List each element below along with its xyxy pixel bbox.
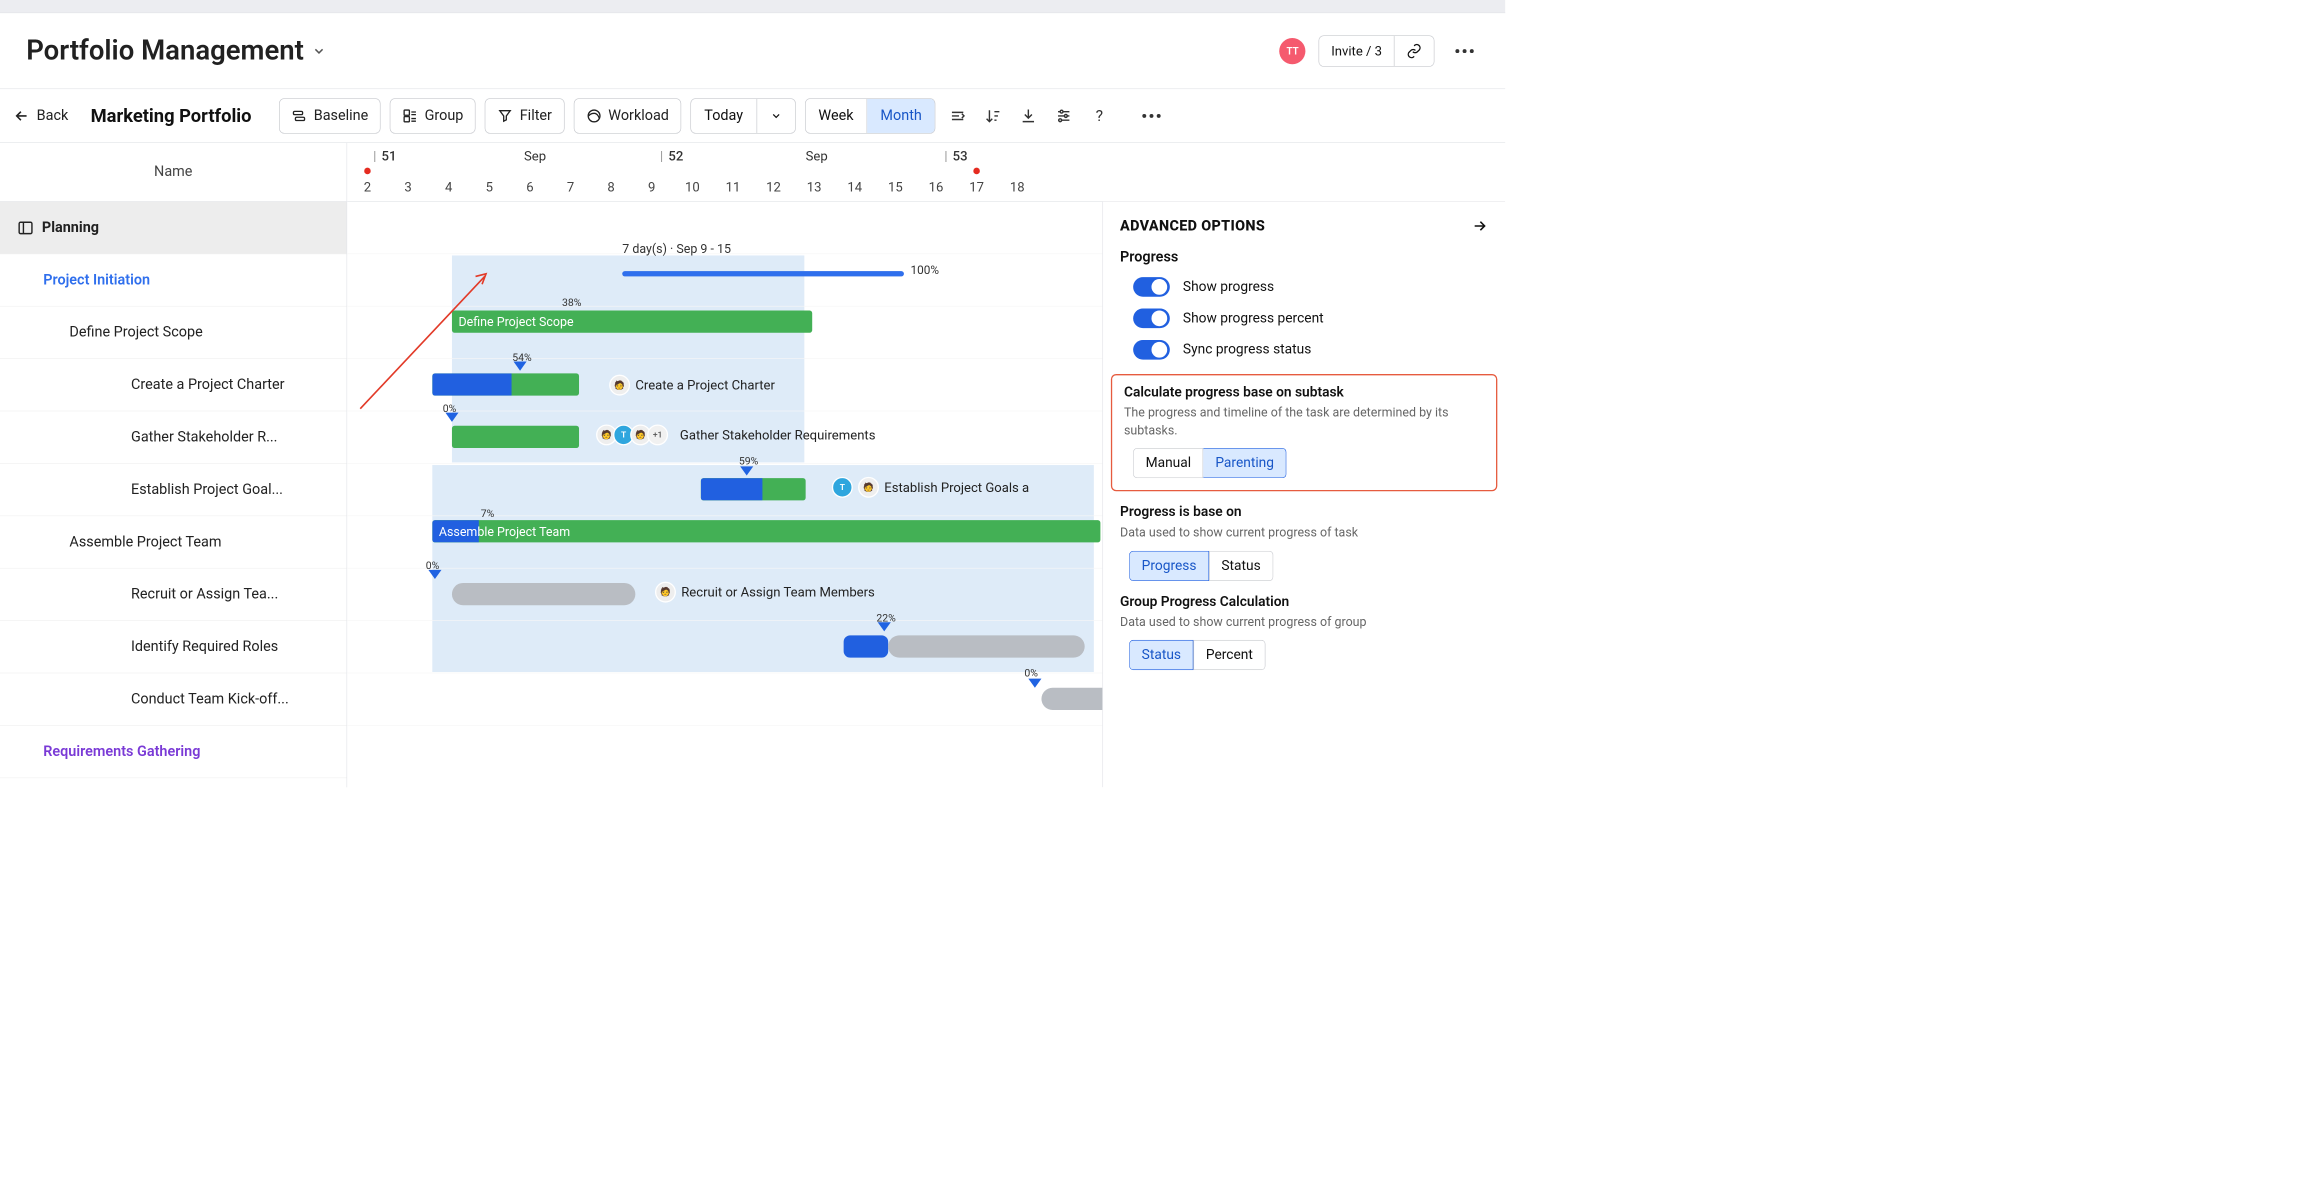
baseline-button[interactable]: Baseline xyxy=(279,98,381,133)
day-cell: 3 xyxy=(388,172,429,202)
group-button[interactable]: Group xyxy=(390,98,476,133)
day-cell: 10 xyxy=(672,172,713,202)
calc-progress-highlight: Calculate progress base on subtask The p… xyxy=(1111,374,1497,491)
day-cell: 12 xyxy=(753,172,794,202)
day-cell: 2 xyxy=(347,172,388,202)
download-icon[interactable] xyxy=(1016,103,1042,129)
calc-title: Calculate progress base on subtask xyxy=(1124,384,1484,400)
taskbar-goals[interactable] xyxy=(701,478,806,500)
summary-progress xyxy=(622,271,904,276)
day-cell: 5 xyxy=(469,172,510,202)
column-header-name: Name xyxy=(0,143,346,202)
calc-desc: The progress and timeline of the task ar… xyxy=(1124,404,1484,439)
week-button[interactable]: Week xyxy=(805,99,866,133)
day-cell: 16 xyxy=(916,172,957,202)
tree-item[interactable]: Create a Project Charter xyxy=(0,359,346,411)
timeline-settings-icon[interactable] xyxy=(945,103,971,129)
settings-icon[interactable] xyxy=(1051,103,1077,129)
today-dropdown[interactable] xyxy=(757,99,795,133)
back-label: Back xyxy=(37,107,69,123)
task-label-charter: 🧑Create a Project Charter xyxy=(609,375,775,396)
toggle-show-progress[interactable]: Show progress xyxy=(1120,274,1488,305)
month-button[interactable]: Month xyxy=(867,99,935,133)
taskbar-roles[interactable] xyxy=(844,635,889,657)
day-cell: 7 xyxy=(550,172,591,202)
day-cell: 18 xyxy=(997,172,1038,202)
task-label-stakeholder: 🧑T🧑+1 Gather Stakeholder Requirements xyxy=(596,424,875,445)
base-progress-button[interactable]: Progress xyxy=(1129,551,1209,581)
chevron-down-icon[interactable] xyxy=(312,44,326,58)
tree-item[interactable]: Gather Stakeholder R... xyxy=(0,411,346,463)
task-label-goals: T🧑Establish Project Goals a xyxy=(832,477,1029,498)
panel-icon xyxy=(17,219,34,236)
workload-button[interactable]: Workload xyxy=(574,98,682,133)
more-icon[interactable] xyxy=(1450,44,1479,58)
tree-item[interactable]: Define Project Scope xyxy=(0,307,346,359)
day-cell: 15 xyxy=(875,172,916,202)
taskbar-assemble[interactable]: Assemble Project Team xyxy=(432,520,1100,542)
filter-button[interactable]: Filter xyxy=(485,98,564,133)
group-status-button[interactable]: Status xyxy=(1129,640,1193,670)
annotation-arrow xyxy=(354,265,524,416)
base-title: Progress is base on xyxy=(1120,504,1488,520)
group-planning[interactable]: Planning xyxy=(0,202,346,254)
link-icon[interactable] xyxy=(1394,36,1433,66)
workspace-title[interactable]: Portfolio Management xyxy=(26,35,304,67)
toggle-sync-status[interactable]: Sync progress status xyxy=(1120,337,1488,368)
taskbar-recruit[interactable] xyxy=(452,583,635,605)
day-cell: 14 xyxy=(834,172,875,202)
invite-button-group: Invite / 3 xyxy=(1319,35,1435,66)
day-cell: 4 xyxy=(428,172,469,202)
base-status-button[interactable]: Status xyxy=(1209,551,1273,581)
tree-item[interactable]: Identify Required Roles xyxy=(0,621,346,673)
day-cell: 11 xyxy=(713,172,754,202)
summary-label: 7 day(s) · Sep 9 - 15 xyxy=(622,241,731,256)
day-cell: 6 xyxy=(510,172,551,202)
help-icon[interactable]: ? xyxy=(1086,103,1112,129)
calc-parenting-button[interactable]: Parenting xyxy=(1204,448,1287,478)
group-percent-button[interactable]: Percent xyxy=(1193,640,1265,670)
taskbar-stakeholder[interactable] xyxy=(452,426,579,448)
calc-manual-button[interactable]: Manual xyxy=(1133,448,1203,478)
base-desc: Data used to show current progress of ta… xyxy=(1120,524,1488,541)
timeline-header: |51 Sep |52 Sep |53 23456789101112131415… xyxy=(347,143,1505,202)
gantt-area[interactable]: |51 Sep |52 Sep |53 23456789101112131415… xyxy=(347,143,1505,788)
tree-item[interactable]: Recruit or Assign Tea... xyxy=(0,569,346,621)
tree-item[interactable]: Conduct Team Kick-off... xyxy=(0,673,346,725)
group-calc-title: Group Progress Calculation xyxy=(1120,594,1488,610)
toolbar: Back Marketing Portfolio Baseline Group … xyxy=(0,89,1505,143)
day-cell: 17 xyxy=(956,172,997,202)
tree-item[interactable]: Establish Project Goal... xyxy=(0,464,346,516)
day-cell: 13 xyxy=(794,172,835,202)
collapse-icon[interactable] xyxy=(1471,217,1488,234)
day-cell: 9 xyxy=(631,172,672,202)
advanced-options-panel: ADVANCED OPTIONS Progress Show progress … xyxy=(1102,202,1505,788)
panel-title: ADVANCED OPTIONS xyxy=(1120,218,1265,234)
tree-item[interactable]: Assemble Project Team xyxy=(0,516,346,568)
progress-section-title: Progress xyxy=(1120,244,1488,275)
today-button[interactable]: Today xyxy=(691,99,756,133)
toggle-show-percent[interactable]: Show progress percent xyxy=(1120,306,1488,337)
tree-item[interactable]: Requirements Gathering xyxy=(0,726,346,778)
tree-item[interactable]: Project Initiation xyxy=(0,254,346,306)
zoom-toggle: Week Month xyxy=(805,98,936,133)
back-button[interactable]: Back xyxy=(13,107,81,124)
task-label-recruit: 🧑Recruit or Assign Team Members xyxy=(655,582,875,603)
project-title: Marketing Portfolio xyxy=(91,105,252,127)
sort-icon[interactable] xyxy=(980,103,1006,129)
day-cell: 8 xyxy=(591,172,632,202)
invite-button[interactable]: Invite / 3 xyxy=(1319,36,1393,66)
app-header: Portfolio Management TT Invite / 3 xyxy=(0,13,1505,89)
today-button-group: Today xyxy=(691,98,796,133)
toolbar-more-icon[interactable] xyxy=(1137,108,1166,122)
task-tree: Name Planning Project Initiation Define … xyxy=(0,143,347,788)
avatar[interactable]: TT xyxy=(1279,38,1305,64)
group-calc-desc: Data used to show current progress of gr… xyxy=(1120,614,1488,631)
